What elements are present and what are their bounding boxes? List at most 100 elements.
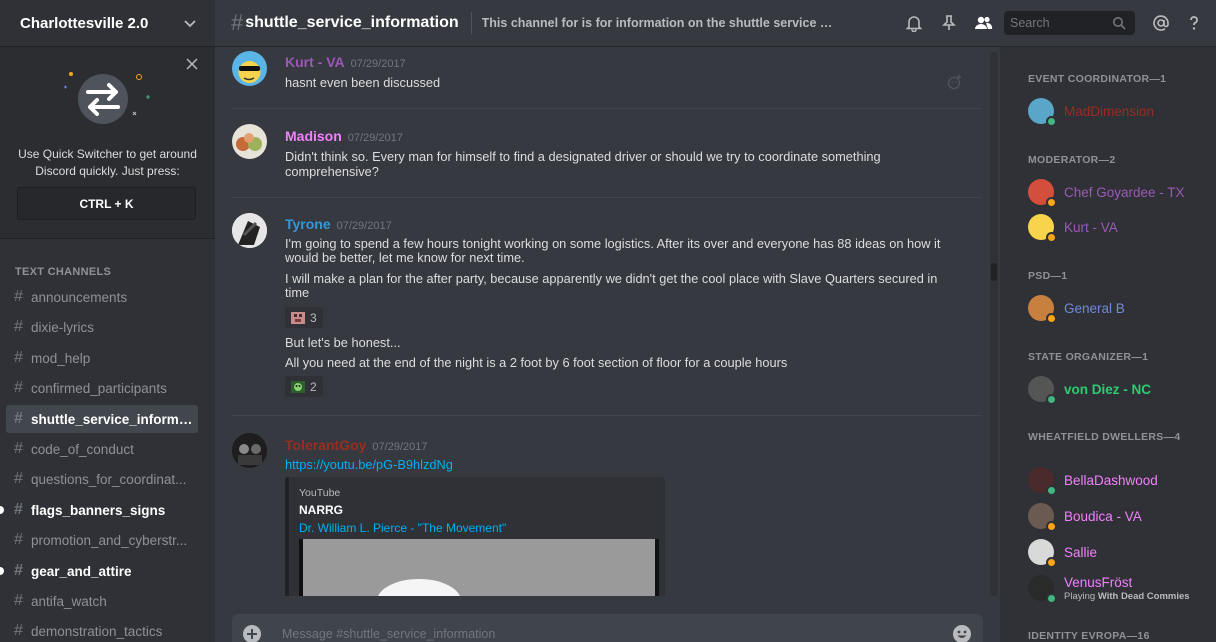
reaction[interactable]: 2 xyxy=(285,376,323,397)
role-header: EVENT COORDINATOR—1 xyxy=(1028,73,1167,85)
status-idle-icon xyxy=(1046,557,1057,568)
channel-promotion-and-cyberstrategy[interactable]: # promotion_and_cyberstr... xyxy=(6,526,198,554)
role-header: IDENTITY EVROPA—16 xyxy=(1028,630,1150,642)
category-text-channels[interactable]: TEXT CHANNELS xyxy=(15,266,111,278)
timestamp: 07/29/2017 xyxy=(336,220,392,232)
member-item[interactable]: Chef Goyardee - TX xyxy=(1028,176,1208,208)
channel-announcements[interactable]: # announcements xyxy=(6,283,198,311)
help-icon[interactable] xyxy=(1185,14,1203,32)
timestamp: 07/29/2017 xyxy=(350,58,406,70)
status-online-icon xyxy=(1046,485,1057,496)
channel-dixie-lyrics[interactable]: # dixie-lyrics xyxy=(6,313,198,341)
channel-flags-banners-signs[interactable]: # flags_banners_signs xyxy=(0,496,198,524)
members-icon[interactable] xyxy=(973,14,993,32)
reaction[interactable]: 3 xyxy=(285,307,323,328)
avatar xyxy=(1028,539,1057,568)
avatar xyxy=(1028,503,1057,532)
member-item[interactable]: Kurt - VA xyxy=(1028,211,1208,243)
message-text: comprehensive? xyxy=(285,164,379,179)
message-author[interactable]: Madison 07/29/2017 xyxy=(285,128,403,144)
mention-icon[interactable] xyxy=(1152,14,1170,32)
video-thumbnail[interactable] xyxy=(299,539,659,596)
channel-gear-and-attire[interactable]: # gear_and_attire xyxy=(0,557,198,585)
member-item[interactable]: von Diez - NC xyxy=(1028,373,1208,405)
hash-icon: # xyxy=(14,379,23,396)
message-author[interactable]: TolerantGoy 07/29/2017 xyxy=(285,437,427,453)
member-item[interactable]: MadDimension xyxy=(1028,95,1208,127)
message-divider xyxy=(232,415,982,416)
channel-mod-help[interactable]: # mod_help xyxy=(6,344,198,372)
message-author[interactable]: Tyrone 07/29/2017 xyxy=(285,216,392,232)
member-name: Boudica - VA xyxy=(1064,508,1142,524)
channel-demonstration-tactics[interactable]: # demonstration_tactics xyxy=(6,617,198,642)
channel-code-of-conduct[interactable]: # code_of_conduct xyxy=(6,435,198,463)
emoji-icon[interactable] xyxy=(952,624,972,642)
message-list[interactable]: Kurt - VA 07/29/2017 hasnt even been disc… xyxy=(232,47,982,596)
member-name: Sallie xyxy=(1064,544,1098,560)
channel-antifa-watch[interactable]: # antifa_watch xyxy=(6,587,198,615)
message-text: Didn't think so. Every man for himself t… xyxy=(285,149,881,164)
member-list: EVENT COORDINATOR—1 MadDimension MODERAT… xyxy=(1000,47,1216,642)
member-item[interactable]: General B xyxy=(1028,292,1208,324)
message-text: hasnt even been discussed xyxy=(285,75,441,90)
channel-questions-for-coordinators[interactable]: # questions_for_coordinat... xyxy=(6,465,198,493)
add-reaction-icon[interactable] xyxy=(947,74,963,90)
link-embed: YouTube NARRG Dr. William L. Pierce - "T… xyxy=(285,477,665,596)
divider xyxy=(470,12,472,34)
upload-plus-icon[interactable] xyxy=(242,624,262,642)
avatar[interactable] xyxy=(232,124,267,159)
message-text: time xyxy=(285,285,310,300)
embed-provider: YouTube xyxy=(299,487,341,499)
member-info: VenusFröst Playing With Dead Commies xyxy=(1064,575,1190,602)
member-name: MadDimension xyxy=(1064,103,1155,119)
channel-topic[interactable]: This channel for is for information on t… xyxy=(482,16,834,30)
avatar xyxy=(1028,575,1057,604)
message-text: But let's be honest... xyxy=(285,335,401,350)
avatar xyxy=(1028,98,1057,127)
hash-icon: # xyxy=(14,562,23,579)
hash-icon: # xyxy=(14,410,23,427)
embed-author[interactable]: NARRG xyxy=(299,503,343,517)
message-author[interactable]: Kurt - VA 07/29/2017 xyxy=(285,54,406,70)
unread-indicator xyxy=(0,506,4,514)
channel-sidebar: Charlottesville 2.0 Use Quick Switcher t… xyxy=(0,0,215,642)
scrollbar-thumb[interactable] xyxy=(991,263,997,281)
search-box[interactable]: Search xyxy=(1004,11,1135,35)
embed-title[interactable]: Dr. William L. Pierce - "The Movement" xyxy=(299,521,506,535)
message-text: All you need at the end of the night is … xyxy=(285,355,788,370)
bell-icon[interactable] xyxy=(905,14,923,32)
close-icon[interactable] xyxy=(185,57,199,71)
avatar[interactable] xyxy=(232,51,267,86)
reaction-count: 2 xyxy=(310,379,317,394)
hash-icon: # xyxy=(14,288,23,305)
youtube-link[interactable]: https://youtu.be/pG-B9hlzdNg xyxy=(285,457,945,472)
quick-switcher-text: Use Quick Switcher to get around Discord… xyxy=(18,147,197,178)
pin-icon[interactable] xyxy=(940,14,958,32)
avatar[interactable] xyxy=(232,433,267,468)
hash-icon: # xyxy=(14,349,23,366)
message-input[interactable] xyxy=(282,615,952,642)
scrollbar-track[interactable] xyxy=(990,52,998,596)
avatar xyxy=(1028,295,1057,324)
member-item[interactable]: VenusFröst Playing With Dead Commies xyxy=(1028,572,1208,604)
avatar[interactable] xyxy=(232,213,267,248)
quick-switcher-shortcut: CTRL + K xyxy=(17,187,196,220)
server-header[interactable]: Charlottesville 2.0 xyxy=(0,0,215,47)
member-name: BellaDashwood xyxy=(1064,472,1158,488)
server-name: Charlottesville 2.0 xyxy=(20,14,149,32)
member-name: Chef Goyardee - TX xyxy=(1064,184,1185,200)
quick-switcher-tip: Use Quick Switcher to get around Discord… xyxy=(0,47,215,239)
message-divider xyxy=(232,108,982,109)
role-header: WHEATFIELD DWELLERS—4 xyxy=(1028,431,1181,443)
channel-confirmed-participants[interactable]: # confirmed_participants xyxy=(6,374,198,402)
member-name: Kurt - VA xyxy=(1064,219,1118,235)
hash-icon: # xyxy=(14,592,23,609)
status-idle-icon xyxy=(1046,313,1057,324)
member-activity: Playing With Dead Commies xyxy=(1064,590,1190,602)
reaction-emoji-icon xyxy=(291,311,305,324)
member-item[interactable]: BellaDashwood xyxy=(1028,464,1208,496)
member-item[interactable]: Sallie xyxy=(1028,536,1208,568)
member-name: von Diez - NC xyxy=(1064,381,1152,397)
channel-shuttle-service-information[interactable]: # shuttle_service_informat... xyxy=(6,405,198,433)
member-item[interactable]: Boudica - VA xyxy=(1028,500,1208,532)
